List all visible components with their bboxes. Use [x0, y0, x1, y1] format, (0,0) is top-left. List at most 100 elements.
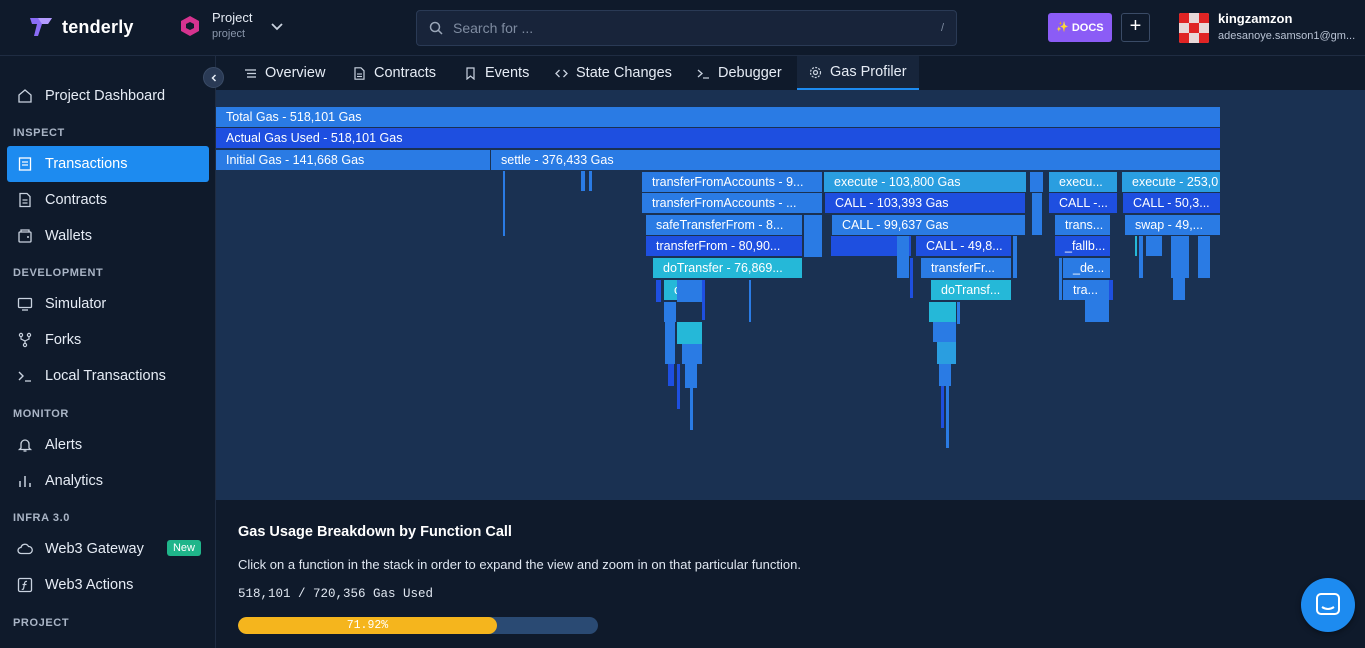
transaction-tabs: Overview Contracts Events State Changes … [216, 56, 1365, 90]
project-slug: project [212, 28, 246, 40]
sidebar-item-label: Project Dashboard [45, 88, 166, 104]
sidebar-item-web3-gateway[interactable]: Web3 Gateway New [7, 531, 209, 567]
avatar[interactable] [1179, 13, 1209, 43]
chat-icon [1316, 593, 1340, 615]
sidebar-item-label: Alerts [45, 437, 83, 453]
flame-bar[interactable]: CALL - 49,8... [916, 236, 1011, 256]
tab-label: Gas Profiler [830, 64, 907, 80]
document-icon [19, 192, 31, 208]
sidebar-item-contracts[interactable]: Contracts [7, 182, 209, 218]
docs-button[interactable]: ✨ DOCS [1048, 13, 1112, 42]
sidebar-item-simulator[interactable]: Simulator [7, 286, 209, 322]
search-bar[interactable]: / [416, 10, 957, 46]
gas-usage-progress-bar: 71.92% [238, 617, 598, 634]
flame-bar[interactable]: CALL -... [1049, 193, 1117, 213]
sidebar-item-transactions[interactable]: Transactions [7, 146, 209, 182]
sidebar-item-label: Wallets [45, 228, 92, 244]
flame-bar[interactable]: onTr [664, 280, 702, 300]
docs-label: DOCS [1071, 21, 1104, 34]
tab-contracts[interactable]: Contracts [353, 56, 436, 90]
search-icon [429, 21, 443, 35]
flame-bar[interactable]: execu... [1049, 172, 1117, 192]
flame-bar[interactable]: _fallb... [1055, 236, 1110, 256]
flame-bar[interactable]: Initial Gas - 141,668 Gas [216, 150, 490, 170]
bookmark-icon [466, 66, 475, 80]
section-title-monitor: MONITOR [13, 408, 69, 420]
sidebar-item-label: Transactions [45, 156, 128, 172]
flame-bar[interactable]: CALL - 50,3... [1123, 193, 1220, 213]
function-icon [17, 577, 33, 593]
sidebar-item-label: Contracts [45, 192, 108, 208]
flame-bar[interactable]: CALL - 103,393 Gas [825, 193, 1025, 213]
flame-bar[interactable]: _de... [1063, 258, 1110, 278]
flame-bar[interactable]: tra... [1063, 280, 1110, 300]
sidebar-item-label: Simulator [45, 296, 107, 312]
sidebar-item-wallets[interactable]: Wallets [7, 218, 209, 254]
search-shortcut: / [940, 22, 944, 34]
flame-bar[interactable]: execute - 103,800 Gas [824, 172, 1026, 192]
flame-bar[interactable]: settle - 376,433 Gas [491, 150, 1220, 170]
tab-label: Contracts [374, 65, 437, 81]
avatar-image-icon [1179, 13, 1209, 43]
gas-usage-percent: 71.92% [346, 619, 389, 632]
tab-overview[interactable]: Overview [244, 56, 325, 90]
flame-bar[interactable]: trans... [1055, 215, 1110, 235]
terminal-icon [18, 371, 31, 382]
sidebar-item-forks[interactable]: Forks [7, 322, 209, 358]
flame-bar[interactable]: transferFromAccounts - 9... [642, 172, 822, 192]
flame-bar[interactable]: doTransfer - 76,869... [653, 258, 802, 278]
wallet-icon [18, 229, 32, 243]
flame-bar[interactable]: Total Gas - 518,101 Gas [216, 107, 1220, 127]
tab-gas-profiler[interactable]: Gas Profiler [797, 56, 919, 90]
flame-bar[interactable]: transferFromAccounts - ... [642, 193, 822, 213]
sidebar-item-label: Analytics [45, 473, 104, 489]
brand-logo[interactable]: tenderly [28, 14, 134, 40]
tab-label: Debugger [718, 65, 782, 81]
tab-label: State Changes [576, 65, 672, 81]
tab-state-changes[interactable]: State Changes [555, 56, 672, 90]
sidebar-item-local-transactions[interactable]: Local Transactions [7, 358, 209, 394]
terminal-icon [697, 69, 709, 79]
flame-bar[interactable]: transferFr... [921, 258, 1011, 278]
tenderly-logo-icon [30, 18, 52, 36]
gas-flame-graph: Total Gas - 518,101 Gas Actual Gas Used … [216, 90, 1365, 500]
flame-bar[interactable]: execute - 253,0 [1122, 172, 1220, 192]
flame-bar[interactable]: safeTransferFrom - 8... [646, 215, 802, 235]
chevron-left-icon [210, 73, 216, 82]
sidebar-item-web3-actions[interactable]: Web3 Actions [7, 567, 209, 603]
cloud-icon [17, 543, 33, 555]
transactions-icon [18, 157, 32, 171]
flame-bar[interactable]: doTransf... [931, 280, 1011, 300]
home-icon [18, 89, 32, 103]
project-label: Project [212, 10, 253, 25]
project-switcher[interactable]: Project project [178, 10, 284, 42]
fork-icon [18, 332, 32, 348]
flame-bar[interactable]: CALL - 99,637 Gas [832, 215, 1025, 235]
tab-debugger[interactable]: Debugger [697, 56, 782, 90]
sidebar-item-label: Forks [45, 332, 82, 348]
sidebar-item-alerts[interactable]: Alerts [7, 427, 209, 463]
project-hexagon-icon [181, 16, 199, 36]
tab-label: Overview [265, 65, 326, 81]
chat-support-button[interactable] [1301, 578, 1355, 632]
section-title-development: DEVELOPMENT [13, 267, 104, 279]
sidebar: Project Dashboard INSPECT Transactions C… [0, 56, 216, 648]
top-bar: tenderly Project project / ✨ DOCS + [0, 0, 1365, 56]
bar-chart-icon [19, 476, 31, 487]
sidebar-item-analytics[interactable]: Analytics [7, 463, 209, 499]
tab-events[interactable]: Events [464, 56, 529, 90]
user-email: adesanoye.samson1@gm... [1218, 30, 1356, 42]
sidebar-item-project-dashboard[interactable]: Project Dashboard [7, 78, 209, 114]
flame-bar[interactable]: transferFrom - 80,90... [646, 236, 802, 256]
gear-icon [809, 66, 822, 78]
flame-bar[interactable]: swap - 49,... [1125, 215, 1220, 235]
search-input[interactable] [453, 20, 941, 36]
chevron-down-icon [271, 23, 284, 31]
user-name: kingzamzon [1218, 11, 1293, 26]
bell-icon [17, 439, 33, 452]
add-button[interactable]: + [1121, 13, 1150, 42]
breakdown-title: Gas Usage Breakdown by Function Call [238, 524, 512, 540]
gas-used-text: 518,101 / 720,356 Gas Used [238, 587, 434, 601]
collapse-sidebar-button[interactable] [203, 67, 224, 88]
flame-bar[interactable]: Actual Gas Used - 518,101 Gas [216, 128, 1220, 148]
